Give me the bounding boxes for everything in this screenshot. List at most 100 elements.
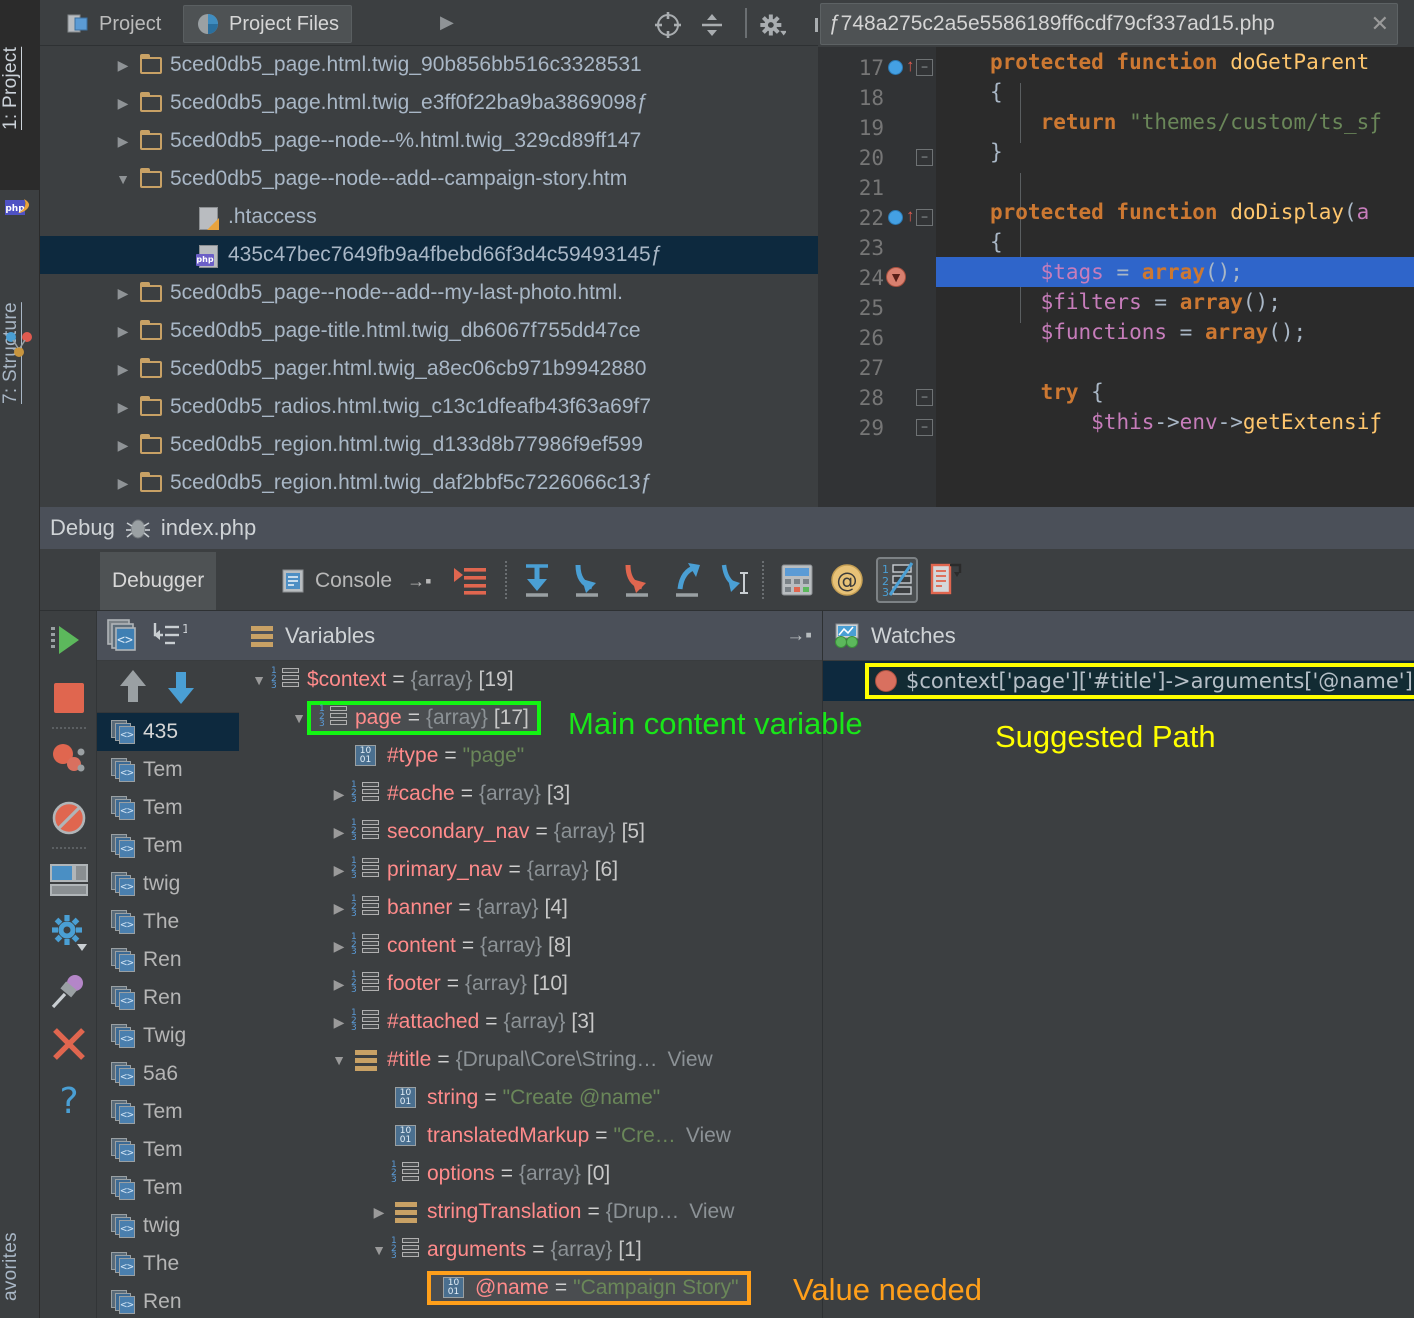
fold-collapse-icon[interactable]: − bbox=[916, 209, 933, 226]
frame-row[interactable]: <> Tem bbox=[97, 1093, 239, 1131]
frame-row[interactable]: <> Ren bbox=[97, 979, 239, 1017]
code-line[interactable]: $filters = array(); bbox=[936, 287, 1414, 317]
chevron-right-icon[interactable]: ▶ bbox=[110, 133, 136, 150]
frame-row[interactable]: <> 5a6 bbox=[97, 1055, 239, 1093]
chevron-down-icon[interactable]: ▼ bbox=[367, 1242, 391, 1258]
tree-row[interactable]: ▼ 5ced0db5_page--node--add--campaign-stor… bbox=[40, 160, 818, 198]
tree-row[interactable]: ▶ 5ced0db5_page--node--add--my-last-photo… bbox=[40, 274, 818, 312]
chevron-right-icon[interactable]: ▶ bbox=[327, 862, 351, 879]
code-line[interactable]: { bbox=[936, 227, 1414, 257]
frames-list[interactable]: <> 435 <> Tem <> Tem <> Tem <> twig <> The <> Ren <> Re… bbox=[97, 713, 239, 1318]
variable-row[interactable]: ▶ 1 2 3 banner = {array} [4] bbox=[239, 889, 822, 927]
collapse-all-icon[interactable] bbox=[698, 11, 726, 39]
chevron-right-icon[interactable]: ▶ bbox=[110, 437, 136, 454]
code-line[interactable]: try { bbox=[936, 377, 1414, 407]
chevron-right-icon[interactable]: ▶ bbox=[110, 95, 136, 112]
variable-row[interactable]: 10 01 @name = "Campaign Story" bbox=[239, 1269, 822, 1307]
frame-row[interactable]: <> Tem bbox=[97, 1131, 239, 1169]
chevron-right-icon[interactable]: ▶ bbox=[110, 361, 136, 378]
frame-row[interactable]: <> Tem bbox=[97, 827, 239, 865]
evaluate-expression-icon[interactable] bbox=[780, 563, 814, 597]
variable-view-link[interactable]: View bbox=[679, 1200, 734, 1224]
restore-layout-icon[interactable] bbox=[48, 859, 90, 901]
sidebar-item-structure[interactable]: 7: Structure bbox=[0, 250, 40, 470]
variable-view-link[interactable]: View bbox=[658, 1048, 713, 1072]
chevron-right-icon[interactable]: ▶ bbox=[327, 786, 351, 803]
mute-breakpoints-icon[interactable]: 1 2 3 bbox=[880, 561, 914, 597]
code-line[interactable]: { bbox=[936, 77, 1414, 107]
resume-program-icon[interactable] bbox=[48, 619, 90, 661]
chevron-right-icon[interactable]: ▶ bbox=[327, 1014, 351, 1031]
settings-icon[interactable] bbox=[928, 563, 962, 597]
tab-console[interactable]: Console →▪ bbox=[268, 552, 443, 610]
editor-gutter[interactable]: 17 ↑ −18 19 20−21 22 ↑ −23 24 ▼ 25 26 27 28−29− bbox=[818, 47, 1021, 507]
code-line[interactable]: protected function doDisplay(a bbox=[936, 197, 1414, 227]
tree-row[interactable]: .htaccess bbox=[40, 198, 818, 236]
chevron-right-icon[interactable]: ▶ bbox=[327, 900, 351, 917]
fold-collapse-icon[interactable]: − bbox=[916, 419, 933, 436]
tree-row[interactable]: ▶ 5ced0db5_page.html.twig_e3ff0f22ba9ba38… bbox=[40, 84, 818, 122]
frame-row[interactable]: <> 435 bbox=[97, 713, 239, 751]
step-out-icon[interactable] bbox=[668, 561, 706, 599]
breakpoint-icon[interactable] bbox=[888, 60, 903, 75]
variable-row[interactable]: ▶ 1 2 3 #cache = {array} [3] bbox=[239, 775, 822, 813]
variable-row[interactable]: ▼ 1 2 3 $context = {array} [19] bbox=[239, 661, 822, 699]
code-line[interactable]: $this->env->getExtensiƒ bbox=[936, 407, 1414, 437]
close-icon[interactable]: ✕ bbox=[1361, 11, 1389, 37]
tree-row[interactable]: ▶ 5ced0db5_pager.html.twig_a8ec06cb971b99… bbox=[40, 350, 818, 388]
variables-tree[interactable]: ▼ 1 2 3 $context = {array} [19] ▼ 1 2 3 page = {array}… bbox=[239, 661, 822, 1318]
chevron-right-icon[interactable]: ▶ bbox=[327, 824, 351, 841]
breakpoint-icon[interactable] bbox=[888, 210, 903, 225]
variable-row[interactable]: 10 01 #type = "page" bbox=[239, 737, 822, 775]
export-threads-icon[interactable]: 1 bbox=[149, 619, 187, 653]
frame-row[interactable]: <> twig bbox=[97, 1207, 239, 1245]
frame-row[interactable]: <> Twig bbox=[97, 1017, 239, 1055]
tree-row[interactable]: ▶ 5ced0db5_page--node--%.html.twig_329cd8… bbox=[40, 122, 818, 160]
chevron-down-icon[interactable]: ▼ bbox=[110, 171, 136, 187]
variable-row[interactable]: ▶ 1 2 3 footer = {array} [10] bbox=[239, 965, 822, 1003]
editor-fold-column[interactable] bbox=[914, 47, 1021, 507]
variable-row[interactable]: ▶ stringTranslation = {Drup… View bbox=[239, 1193, 822, 1231]
chevron-right-icon[interactable]: ▶ bbox=[110, 399, 136, 416]
editor-code-area[interactable]: protected function doGetParent{ return "… bbox=[936, 47, 1414, 507]
sidebar-item-project[interactable]: 1: Project bbox=[0, 0, 40, 190]
chevron-right-icon[interactable]: ▶ bbox=[110, 285, 136, 302]
step-over-icon[interactable] bbox=[518, 561, 556, 599]
at-icon[interactable]: @ bbox=[830, 563, 864, 597]
tree-row[interactable]: ▶ 5ced0db5_page-title.html.twig_db6067f75… bbox=[40, 312, 818, 350]
code-line[interactable]: } bbox=[936, 137, 1414, 167]
run-to-cursor-icon[interactable] bbox=[716, 561, 754, 599]
view-breakpoints-icon[interactable] bbox=[48, 739, 90, 781]
variable-view-link[interactable]: View bbox=[676, 1124, 731, 1148]
chevron-right-icon[interactable]: ▶ bbox=[110, 323, 136, 340]
more-tabs-arrow[interactable]: ▶ bbox=[440, 12, 454, 33]
down-arrow-icon[interactable] bbox=[161, 665, 201, 709]
tab-debugger[interactable]: Debugger bbox=[100, 552, 217, 610]
sidebar-item-favorites[interactable]: avorites bbox=[0, 1215, 40, 1318]
chevron-down-icon[interactable]: ▼ bbox=[247, 672, 271, 688]
frame-row[interactable]: <> Tem bbox=[97, 1169, 239, 1207]
code-line[interactable] bbox=[936, 347, 1414, 377]
fold-collapse-icon[interactable]: − bbox=[916, 59, 933, 76]
editor-body[interactable]: 17 ↑ −18 19 20−21 22 ↑ −23 24 ▼ 25 26 27 28−29− prote… bbox=[818, 47, 1414, 507]
show-execution-point-icon[interactable] bbox=[452, 562, 490, 598]
code-line[interactable]: $tags = array(); bbox=[936, 257, 1414, 287]
locate-icon[interactable] bbox=[654, 11, 682, 39]
settings-gear-icon[interactable] bbox=[48, 911, 90, 953]
watch-expression-box[interactable]: $context['page']['#title']->arguments['@… bbox=[865, 663, 1414, 699]
frame-row[interactable]: <> twig bbox=[97, 865, 239, 903]
variable-row[interactable]: ▶ 1 2 3 secondary_nav = {array} [5] bbox=[239, 813, 822, 851]
tree-row[interactable]: ▶ 5ced0db5_region.html.twig_d133d8b77986f… bbox=[40, 426, 818, 464]
variable-row[interactable]: ▼ 1 2 3 arguments = {array} [1] bbox=[239, 1231, 822, 1269]
chevron-right-icon[interactable]: ▶ bbox=[327, 938, 351, 955]
gear-icon[interactable] bbox=[758, 11, 786, 39]
chevron-right-icon[interactable]: ▶ bbox=[110, 57, 136, 74]
variable-row[interactable]: 10 01 translatedMarkup = "Cre… View bbox=[239, 1117, 822, 1155]
frame-row[interactable]: <> The bbox=[97, 903, 239, 941]
chevron-down-icon[interactable]: ▼ bbox=[327, 1052, 351, 1068]
frame-row[interactable]: <> Ren bbox=[97, 941, 239, 979]
fold-collapse-icon[interactable]: − bbox=[916, 389, 933, 406]
variable-row[interactable]: ▶ 1 2 3 primary_nav = {array} [6] bbox=[239, 851, 822, 889]
tab-project[interactable]: Project bbox=[54, 5, 173, 43]
variables-pin-icon[interactable]: →▪ bbox=[786, 625, 812, 647]
